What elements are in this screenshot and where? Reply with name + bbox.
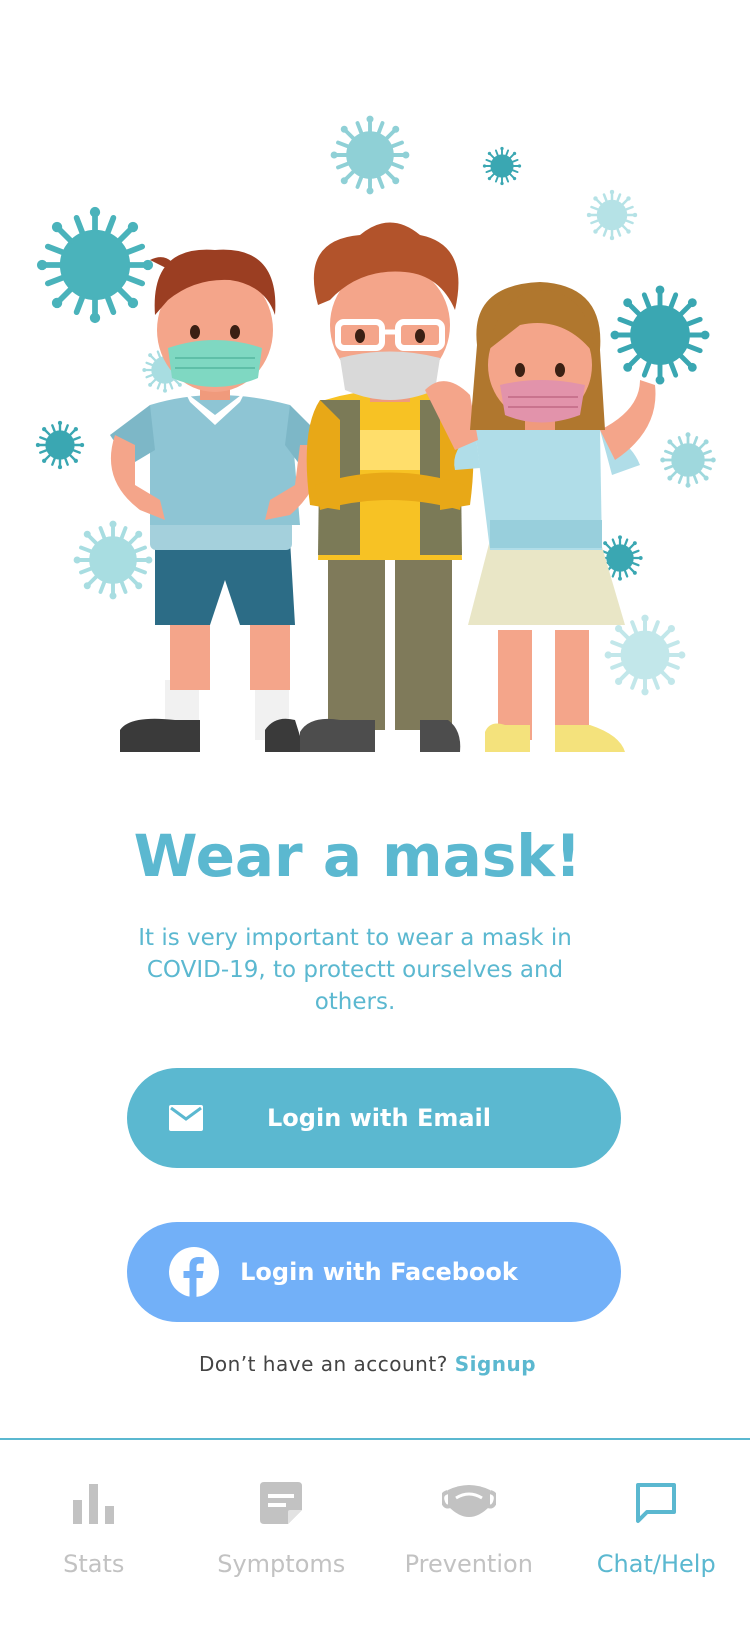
nav-item-prevention[interactable]: Prevention xyxy=(375,1440,563,1626)
login-facebook-button[interactable]: Login with Facebook xyxy=(127,1222,621,1322)
signup-prompt: Don’t have an account? xyxy=(199,1352,448,1376)
bar-chart-icon xyxy=(73,1482,115,1528)
login-email-button[interactable]: Login with Email xyxy=(127,1068,621,1168)
nav-label-chat-help: Chat/Help xyxy=(597,1550,716,1578)
nav-item-stats[interactable]: Stats xyxy=(0,1440,188,1626)
note-icon xyxy=(260,1482,302,1528)
nav-label-prevention: Prevention xyxy=(405,1550,533,1578)
signup-row: Don’t have an account? Signup xyxy=(0,1352,735,1376)
page-description: It is very important to wear a mask in C… xyxy=(105,922,605,1018)
chat-bubble-icon xyxy=(635,1482,677,1528)
envelope-icon xyxy=(169,1105,203,1131)
page-title: Wear a mask! xyxy=(0,822,715,890)
nav-label-stats: Stats xyxy=(63,1550,124,1578)
signup-link[interactable]: Signup xyxy=(455,1352,536,1376)
facebook-icon xyxy=(169,1247,219,1297)
nav-label-symptoms: Symptoms xyxy=(217,1550,345,1578)
mask-icon xyxy=(442,1482,496,1528)
hero-illustration xyxy=(0,100,750,790)
bottom-navigation: Stats Symptoms Prevention xyxy=(0,1438,750,1626)
nav-item-symptoms[interactable]: Symptoms xyxy=(188,1440,376,1626)
nav-item-chat-help[interactable]: Chat/Help xyxy=(563,1440,750,1626)
